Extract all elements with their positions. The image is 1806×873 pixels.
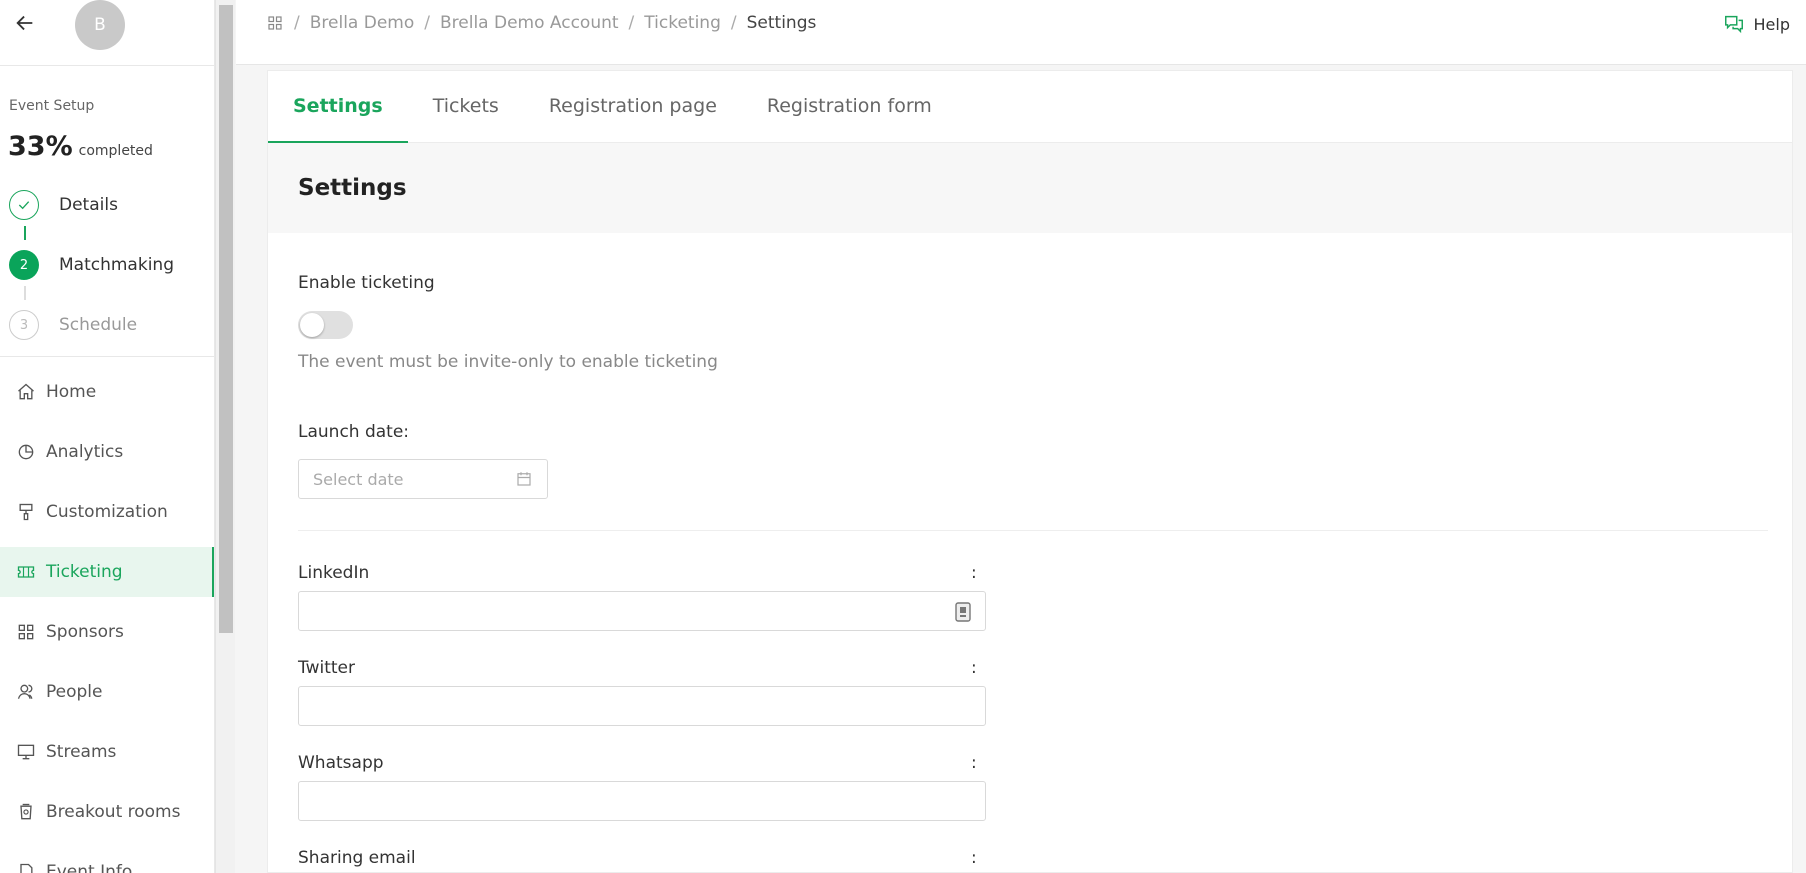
- tab-registration-form[interactable]: Registration form: [742, 70, 957, 142]
- linkedin-label: LinkedIn: [298, 563, 370, 583]
- field-colon: :: [971, 563, 977, 583]
- sidebar-item-label: Customization: [46, 502, 168, 522]
- sidebar-item-label: Streams: [46, 742, 117, 762]
- breadcrumb: / Brella Demo / Brella Demo Account / Ti…: [266, 13, 816, 33]
- tab-bar: Settings Tickets Registration page Regis…: [268, 71, 1792, 143]
- section-title: Settings: [268, 143, 1792, 233]
- grid-icon: [18, 624, 34, 640]
- launch-date-label: Launch date:: [298, 422, 409, 442]
- step-number: 2: [9, 250, 39, 280]
- sidebar-item-analytics[interactable]: Analytics: [0, 427, 214, 477]
- whatsapp-label: Whatsapp: [298, 753, 384, 773]
- toggle-knob: [300, 313, 324, 337]
- step-connector: [24, 286, 26, 300]
- step-label: Matchmaking: [59, 255, 174, 275]
- tab-settings[interactable]: Settings: [268, 70, 408, 143]
- step-matchmaking[interactable]: 2 Matchmaking: [9, 250, 174, 280]
- step-number: 3: [9, 310, 39, 340]
- paint-roller-icon: [19, 503, 33, 521]
- enable-ticketing-label: Enable ticketing: [298, 273, 435, 293]
- tab-registration-page[interactable]: Registration page: [524, 70, 742, 142]
- sidebar-item-sponsors[interactable]: Sponsors: [0, 607, 214, 657]
- help-label: Help: [1753, 14, 1790, 34]
- sidebar-item-breakout-rooms[interactable]: Breakout rooms: [0, 787, 214, 837]
- sidebar-item-label: Home: [46, 382, 97, 402]
- sidebar-item-home[interactable]: Home: [0, 367, 214, 417]
- step-details[interactable]: Details: [9, 190, 118, 220]
- progress-word: completed: [78, 143, 153, 159]
- tab-tickets[interactable]: Tickets: [408, 70, 524, 142]
- step-schedule[interactable]: 3 Schedule: [9, 310, 137, 340]
- enable-ticketing-toggle[interactable]: [298, 311, 353, 339]
- autofill-icon[interactable]: [955, 602, 971, 622]
- pie-chart-icon: [18, 444, 34, 460]
- document-icon: [20, 863, 33, 873]
- dashboard-grid-icon[interactable]: [266, 14, 284, 32]
- sidebar-item-label: Sponsors: [46, 622, 124, 642]
- twitter-input[interactable]: [298, 686, 986, 726]
- field-colon: :: [971, 753, 977, 773]
- cup-icon: [20, 803, 32, 820]
- settings-card: Settings Tickets Registration page Regis…: [267, 70, 1793, 873]
- sidebar-item-customization[interactable]: Customization: [0, 487, 214, 537]
- sidebar: B Event Setup 33% completed Details 2 Ma…: [0, 0, 215, 873]
- sidebar-item-label: Analytics: [46, 442, 124, 462]
- topbar: / Brella Demo / Brella Demo Account / Ti…: [236, 0, 1806, 65]
- progress-value: 33%: [8, 131, 73, 162]
- sidebar-header: B: [0, 0, 214, 66]
- launch-date-colon: :: [403, 422, 410, 442]
- sidebar-item-ticketing[interactable]: Ticketing: [0, 547, 214, 597]
- breadcrumb-item[interactable]: Ticketing: [644, 13, 721, 33]
- back-arrow-icon[interactable]: [14, 12, 36, 34]
- sidebar-item-people[interactable]: People: [0, 667, 214, 717]
- breadcrumb-separator: /: [294, 13, 300, 33]
- sidebar-item-event-info[interactable]: Event Info: [0, 847, 214, 873]
- field-colon: :: [971, 848, 977, 868]
- help-button[interactable]: Help: [1722, 13, 1790, 35]
- breadcrumb-separator: /: [730, 13, 737, 33]
- breadcrumb-separator: /: [628, 13, 635, 33]
- avatar[interactable]: B: [75, 0, 125, 50]
- sidebar-item-label: Event Info: [46, 862, 133, 873]
- sidebar-item-label: Ticketing: [46, 562, 123, 582]
- launch-date-label-text: Launch date: [298, 422, 404, 442]
- step-label: Details: [59, 195, 118, 215]
- enable-ticketing-hint: The event must be invite-only to enable …: [298, 352, 718, 372]
- people-icon: [17, 684, 33, 699]
- sidebar-item-label: People: [46, 682, 103, 702]
- sidebar-item-label: Breakout rooms: [46, 802, 181, 822]
- scrollbar-thumb[interactable]: [219, 5, 233, 633]
- section-divider: [298, 530, 1768, 531]
- field-colon: :: [971, 658, 977, 678]
- breadcrumb-item[interactable]: Brella Demo: [310, 13, 415, 33]
- step-label: Schedule: [59, 315, 138, 335]
- linkedin-input[interactable]: [298, 591, 986, 631]
- breadcrumb-current: Settings: [746, 13, 817, 33]
- menu-divider: [0, 356, 214, 357]
- event-setup-label: Event Setup: [9, 98, 95, 114]
- breadcrumb-separator: /: [424, 13, 430, 33]
- chat-help-icon: [1724, 15, 1743, 34]
- sidebar-scrollbar[interactable]: [215, 0, 235, 873]
- home-icon: [18, 383, 34, 400]
- launch-date-picker[interactable]: Select date: [298, 459, 548, 499]
- breadcrumb-item[interactable]: Brella Demo Account: [440, 13, 619, 33]
- ticket-icon: [17, 566, 35, 578]
- twitter-label: Twitter: [298, 658, 355, 678]
- step-connector: [24, 226, 26, 240]
- sharing-email-label: Sharing email: [298, 848, 416, 868]
- calendar-icon: [517, 472, 531, 486]
- monitor-icon: [17, 744, 35, 760]
- date-placeholder: Select date: [313, 469, 404, 489]
- sidebar-item-streams[interactable]: Streams: [0, 727, 214, 777]
- check-icon: [9, 190, 39, 220]
- whatsapp-input[interactable]: [298, 781, 986, 821]
- setup-progress: 33% completed: [8, 131, 153, 162]
